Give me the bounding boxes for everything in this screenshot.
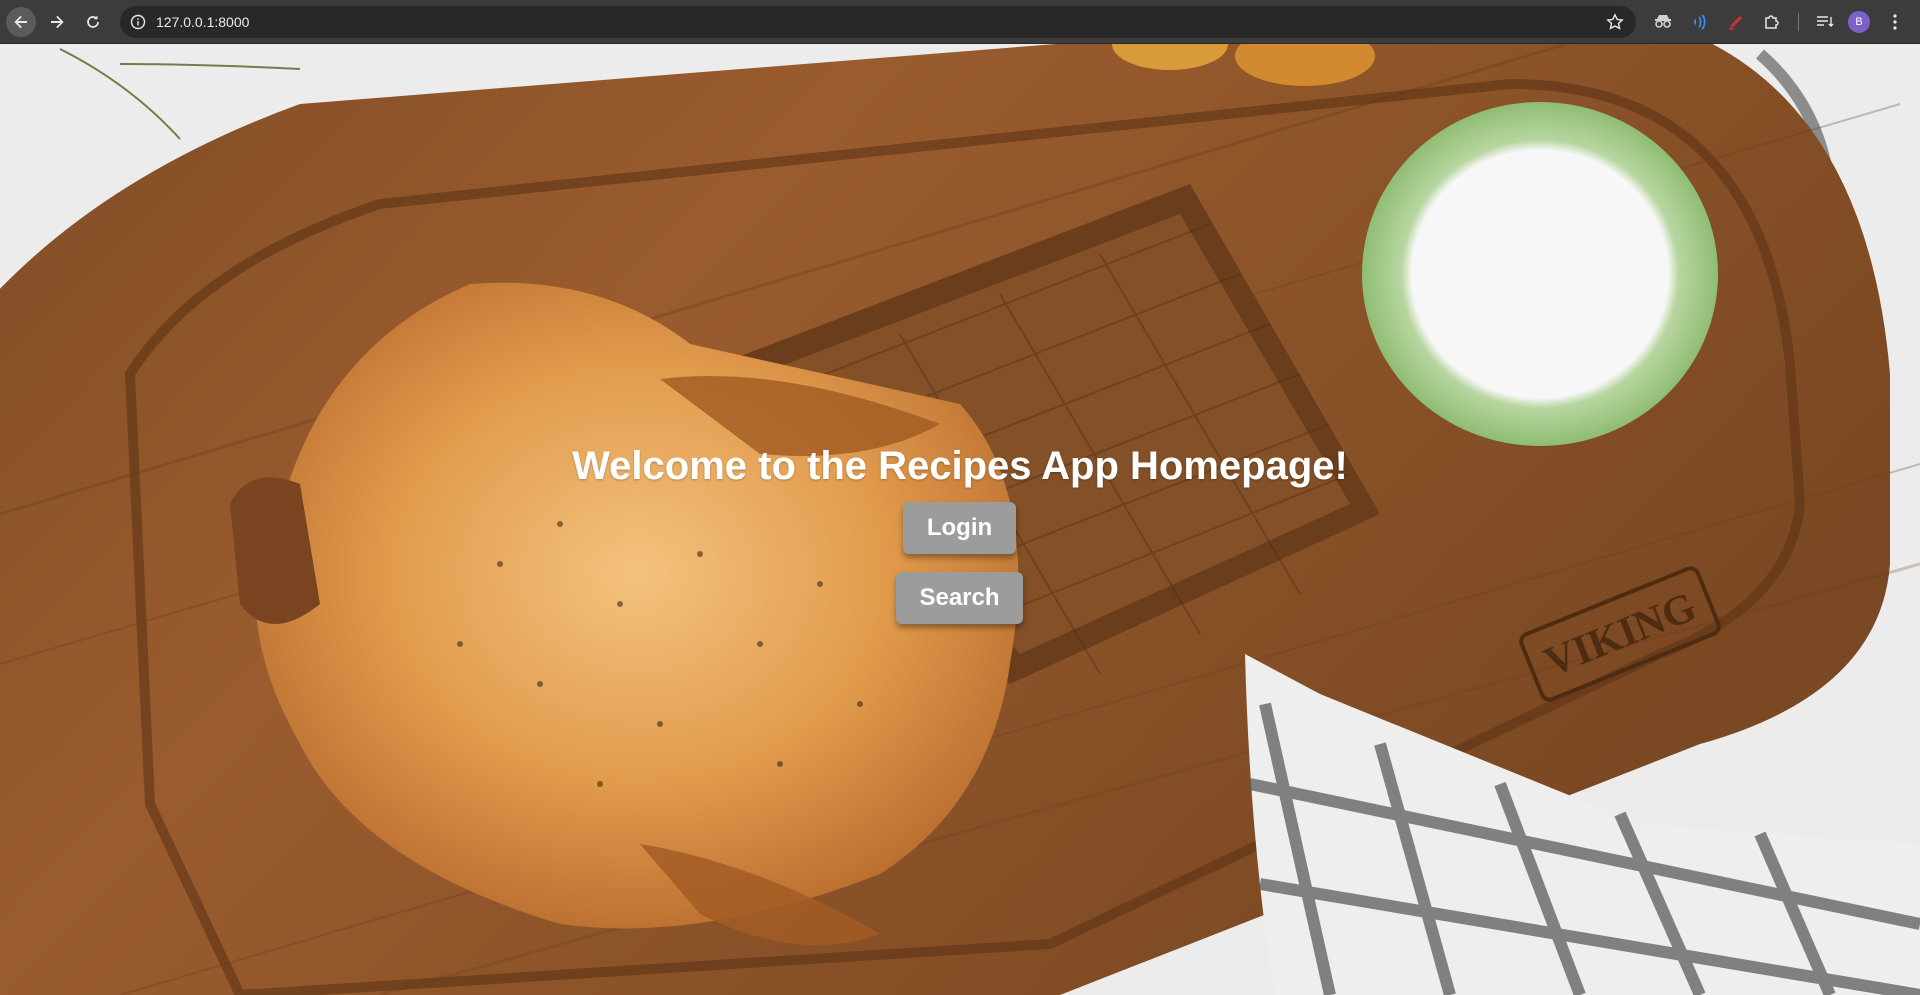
site-info-icon[interactable]	[130, 14, 146, 30]
page-title: Welcome to the Recipes App Homepage!	[572, 444, 1348, 488]
forward-icon	[51, 15, 64, 29]
login-button[interactable]: Login	[903, 502, 1016, 554]
toolbar-divider	[1798, 13, 1799, 31]
page-viewport: VIKING Welcome to the Recipes App Homepa…	[0, 44, 1920, 995]
back-button[interactable]	[6, 7, 36, 37]
url-text[interactable]: 127.0.0.1:8000	[156, 14, 249, 30]
back-icon	[14, 15, 27, 29]
puzzle-extensions-icon[interactable]	[1759, 9, 1785, 35]
bookmark-star-icon[interactable]	[1606, 13, 1624, 31]
profile-avatar[interactable]: B	[1848, 11, 1870, 33]
browser-toolbar: 127.0.0.1:8000 B	[0, 0, 1920, 44]
reload-icon	[87, 15, 99, 28]
extension-pen-icon[interactable]	[1723, 9, 1749, 35]
address-bar[interactable]: 127.0.0.1:8000	[120, 6, 1636, 38]
reading-list-icon[interactable]	[1812, 9, 1838, 35]
extension-audio-icon[interactable]	[1687, 9, 1713, 35]
kebab-menu-icon[interactable]	[1882, 9, 1908, 35]
reload-button[interactable]	[78, 7, 108, 37]
forward-button[interactable]	[42, 7, 72, 37]
hero-section: Welcome to the Recipes App Homepage! Log…	[0, 44, 1920, 995]
search-button[interactable]: Search	[896, 572, 1023, 624]
extension-spy-icon[interactable]	[1650, 9, 1676, 35]
